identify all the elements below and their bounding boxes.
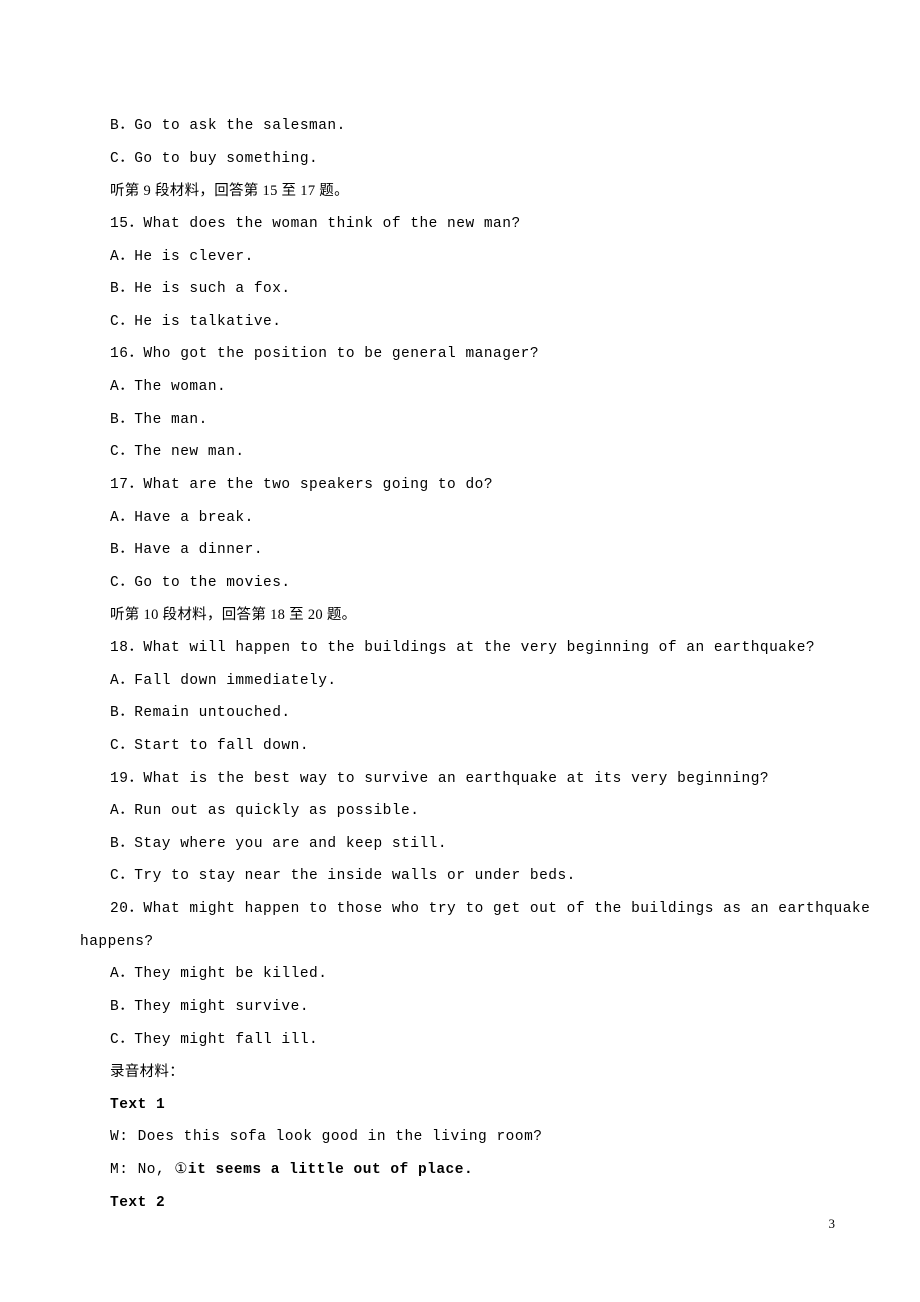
- question-19: 19．What is the best way to survive an ea…: [80, 763, 840, 796]
- question-20-continuation: happens?: [80, 926, 840, 959]
- option-a: A．Have a break.: [80, 502, 840, 535]
- recording-material-label: 录音材料：: [80, 1056, 840, 1089]
- question-20: 20．What might happen to those who try to…: [80, 893, 840, 926]
- emphasized-text: it seems a little out of place.: [188, 1162, 473, 1178]
- option-b: B．Stay where you are and keep still.: [80, 828, 840, 861]
- option-b: B．They might survive.: [80, 991, 840, 1024]
- page-number: 3: [829, 1216, 836, 1232]
- question-15: 15．What does the woman think of the new …: [80, 208, 840, 241]
- question-number: 20．: [110, 901, 143, 917]
- option-c: C．Start to fall down.: [80, 730, 840, 763]
- question-text: What might happen to those who try to ge…: [143, 901, 870, 917]
- option-b: B．Go to ask the salesman.: [80, 110, 840, 143]
- option-b: B．Remain untouched.: [80, 697, 840, 730]
- option-a: A．Run out as quickly as possible.: [80, 795, 840, 828]
- option-b: B．Have a dinner.: [80, 534, 840, 567]
- circled-number-icon: ①: [174, 1162, 188, 1178]
- text-2-heading: Text 2: [80, 1187, 840, 1220]
- option-b: B．He is such a fox.: [80, 273, 840, 306]
- option-c: C．The new man.: [80, 436, 840, 469]
- option-c: C．Go to buy something.: [80, 143, 840, 176]
- option-c: C．Try to stay near the inside walls or u…: [80, 860, 840, 893]
- option-a: A．He is clever.: [80, 241, 840, 274]
- document-body: B．Go to ask the salesman. C．Go to buy so…: [0, 0, 920, 1219]
- option-a: A．They might be killed.: [80, 958, 840, 991]
- dialogue-m: M: No, ①it seems a little out of place.: [80, 1154, 840, 1187]
- option-b: B．The man.: [80, 404, 840, 437]
- option-a: A．The woman.: [80, 371, 840, 404]
- option-c: C．Go to the movies.: [80, 567, 840, 600]
- dialogue-prefix: M: No,: [110, 1162, 174, 1178]
- question-17: 17．What are the two speakers going to do…: [80, 469, 840, 502]
- text-1-heading: Text 1: [80, 1089, 840, 1122]
- section-instruction: 听第 10 段材料，回答第 18 至 20 题。: [80, 599, 840, 632]
- question-18: 18．What will happen to the buildings at …: [80, 632, 840, 665]
- option-c: C．He is talkative.: [80, 306, 840, 339]
- dialogue-w: W: Does this sofa look good in the livin…: [80, 1121, 840, 1154]
- section-instruction: 听第 9 段材料，回答第 15 至 17 题。: [80, 175, 840, 208]
- question-16: 16．Who got the position to be general ma…: [80, 338, 840, 371]
- option-c: C．They might fall ill.: [80, 1024, 840, 1057]
- option-a: A．Fall down immediately.: [80, 665, 840, 698]
